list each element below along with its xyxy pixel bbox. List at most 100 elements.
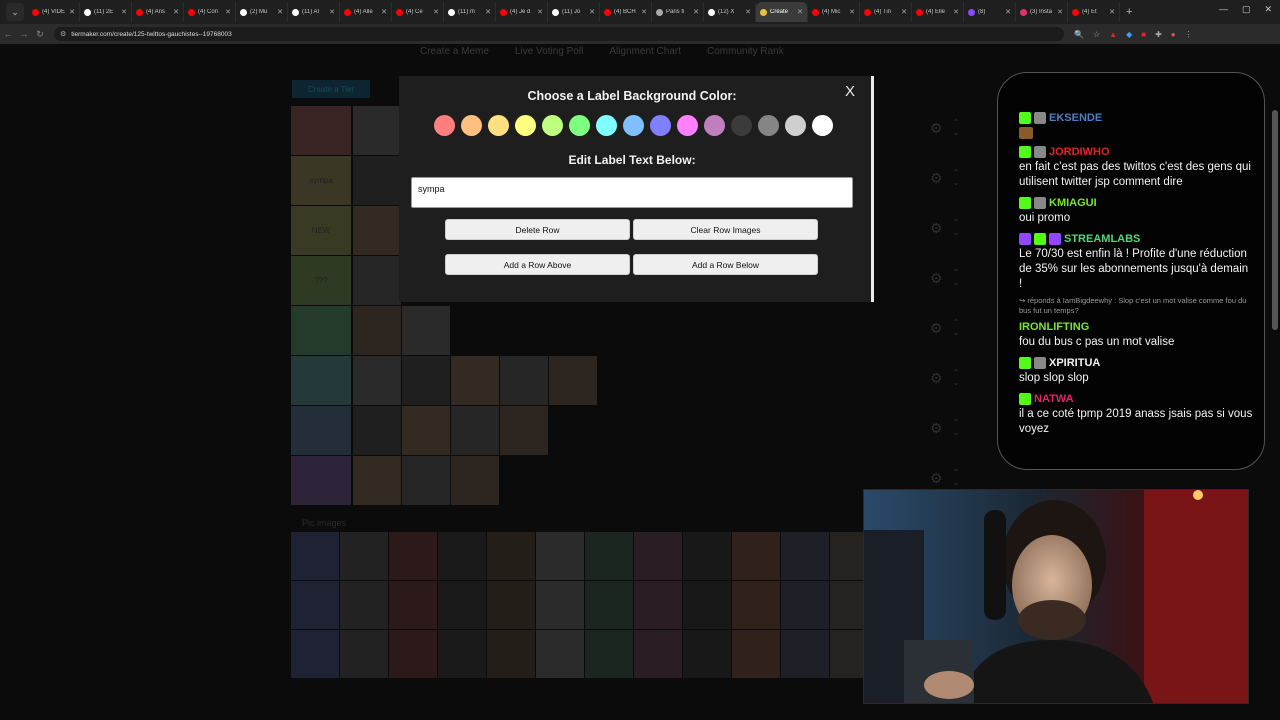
tier-item-image[interactable]	[353, 106, 401, 155]
browser-tab[interactable]: (12) X ✕	[704, 2, 756, 22]
move-row-up-icon[interactable]: ⌃	[953, 268, 960, 278]
nav-live-voting[interactable]: Live Voting Poll	[515, 46, 583, 57]
browser-tab[interactable]: (4) Et ✕	[1068, 2, 1120, 22]
pool-item-image[interactable]	[340, 581, 388, 629]
tab-close-icon[interactable]: ✕	[797, 8, 803, 16]
minimize-icon[interactable]: —	[1219, 4, 1228, 15]
extension-blue-icon[interactable]: ◆	[1126, 30, 1132, 39]
tab-close-icon[interactable]: ✕	[901, 8, 907, 16]
browser-tab[interactable]: (4) Mic ✕	[808, 2, 860, 22]
tier-item-image[interactable]	[353, 356, 401, 405]
site-info-icon[interactable]: ⚙	[60, 30, 66, 38]
color-swatch[interactable]	[434, 115, 455, 136]
tab-close-icon[interactable]: ✕	[641, 8, 647, 16]
tab-close-icon[interactable]: ✕	[1005, 8, 1011, 16]
move-row-up-icon[interactable]: ⌃	[953, 168, 960, 178]
browser-tab[interactable]: Create ✕	[756, 2, 808, 22]
tab-close-icon[interactable]: ✕	[173, 8, 179, 16]
row-settings-gear-icon[interactable]: ⚙	[930, 320, 943, 337]
tier-item-image[interactable]	[402, 456, 450, 505]
row-settings-gear-icon[interactable]: ⚙	[930, 370, 943, 387]
browser-tab[interactable]: (4) Je d ✕	[496, 2, 548, 22]
pool-item-image[interactable]	[291, 630, 339, 678]
tab-close-icon[interactable]: ✕	[121, 8, 127, 16]
color-swatch[interactable]	[677, 115, 698, 136]
tier-item-image[interactable]	[353, 206, 401, 255]
row-settings-gear-icon[interactable]: ⚙	[930, 120, 943, 137]
browser-tab[interactable]: (4) Ce ✕	[392, 2, 444, 22]
browser-tab[interactable]: (2) Mu ✕	[236, 2, 288, 22]
tier-label[interactable]: NEW	[291, 206, 351, 255]
zoom-icon[interactable]: 🔍	[1074, 30, 1084, 39]
browser-tab[interactable]: (4) BCH ✕	[600, 2, 652, 22]
row-settings-gear-icon[interactable]: ⚙	[930, 170, 943, 187]
tab-close-icon[interactable]: ✕	[69, 8, 75, 16]
tier-item-image[interactable]	[353, 456, 401, 505]
tab-close-icon[interactable]: ✕	[1109, 8, 1115, 16]
nav-community-rank[interactable]: Community Rank	[707, 46, 784, 57]
move-row-up-icon[interactable]: ⌃	[953, 368, 960, 378]
tier-item-image[interactable]	[402, 356, 450, 405]
add-row-above-button[interactable]: Add a Row Above	[445, 254, 630, 275]
move-row-down-icon[interactable]: ⌄	[953, 378, 960, 388]
extension-red-icon[interactable]: ▲	[1109, 30, 1117, 39]
label-text-input[interactable]: sympa	[411, 177, 853, 208]
browser-tab[interactable]: Paris fi ✕	[652, 2, 704, 22]
pool-item-image[interactable]	[487, 630, 535, 678]
browser-tab[interactable]: (4) VIDE ✕	[28, 2, 80, 22]
tab-close-icon[interactable]: ✕	[485, 8, 491, 16]
tab-close-icon[interactable]: ✕	[433, 8, 439, 16]
pool-item-image[interactable]	[291, 581, 339, 629]
pool-item-image[interactable]	[732, 581, 780, 629]
color-swatch[interactable]	[596, 115, 617, 136]
browser-tab[interactable]: (11) Al ✕	[288, 2, 340, 22]
color-swatch[interactable]	[623, 115, 644, 136]
pool-item-image[interactable]	[732, 532, 780, 580]
tier-item-image[interactable]	[451, 406, 499, 455]
color-swatch[interactable]	[542, 115, 563, 136]
pool-item-image[interactable]	[438, 630, 486, 678]
tier-item-image[interactable]	[353, 306, 401, 355]
pool-item-image[interactable]	[585, 532, 633, 580]
tab-close-icon[interactable]: ✕	[537, 8, 543, 16]
color-swatch[interactable]	[569, 115, 590, 136]
browser-tab[interactable]: (4) Ans ✕	[132, 2, 184, 22]
nav-create-meme[interactable]: Create a Meme	[420, 46, 489, 57]
chat-username[interactable]: EKSENDE	[1049, 112, 1102, 124]
clear-row-images-button[interactable]: Clear Row Images	[633, 219, 818, 240]
pool-item-image[interactable]	[487, 581, 535, 629]
tier-item-image[interactable]	[500, 356, 548, 405]
color-swatch[interactable]	[650, 115, 671, 136]
chat-username[interactable]: IRONLIFTING	[1019, 321, 1089, 333]
color-swatch[interactable]	[704, 115, 725, 136]
tier-item-image[interactable]	[353, 156, 401, 205]
profile-avatar-icon[interactable]: ●	[1171, 30, 1176, 39]
pool-item-image[interactable]	[487, 532, 535, 580]
tab-close-icon[interactable]: ✕	[849, 8, 855, 16]
browser-tab[interactable]: (11) m ✕	[444, 2, 496, 22]
tier-item-image[interactable]	[549, 356, 597, 405]
page-scrollbar[interactable]	[1272, 110, 1278, 330]
chat-username[interactable]: KMIAGUI	[1049, 197, 1097, 209]
chat-username[interactable]: JORDIWHO	[1049, 146, 1110, 158]
pool-item-image[interactable]	[389, 581, 437, 629]
delete-row-button[interactable]: Delete Row	[445, 219, 630, 240]
move-row-down-icon[interactable]: ⌄	[953, 228, 960, 238]
color-swatch[interactable]	[461, 115, 482, 136]
extensions-puzzle-icon[interactable]: ✚	[1155, 30, 1162, 39]
maximize-icon[interactable]: ▢	[1242, 4, 1251, 15]
more-menu-icon[interactable]: ⋮	[1185, 30, 1193, 39]
tab-close-icon[interactable]: ✕	[953, 8, 959, 16]
row-settings-gear-icon[interactable]: ⚙	[930, 420, 943, 437]
tab-close-icon[interactable]: ✕	[1057, 8, 1063, 16]
tier-item-image[interactable]	[402, 306, 450, 355]
pool-item-image[interactable]	[683, 581, 731, 629]
browser-tab[interactable]: (4) Tin ✕	[860, 2, 912, 22]
move-row-up-icon[interactable]: ⌃	[953, 218, 960, 228]
browser-tab[interactable]: (11) Jo ✕	[548, 2, 600, 22]
color-swatch[interactable]	[731, 115, 752, 136]
row-settings-gear-icon[interactable]: ⚙	[930, 470, 943, 487]
move-row-down-icon[interactable]: ⌄	[953, 278, 960, 288]
create-tier-button[interactable]: Create a Tier	[292, 80, 370, 98]
pool-item-image[interactable]	[536, 532, 584, 580]
